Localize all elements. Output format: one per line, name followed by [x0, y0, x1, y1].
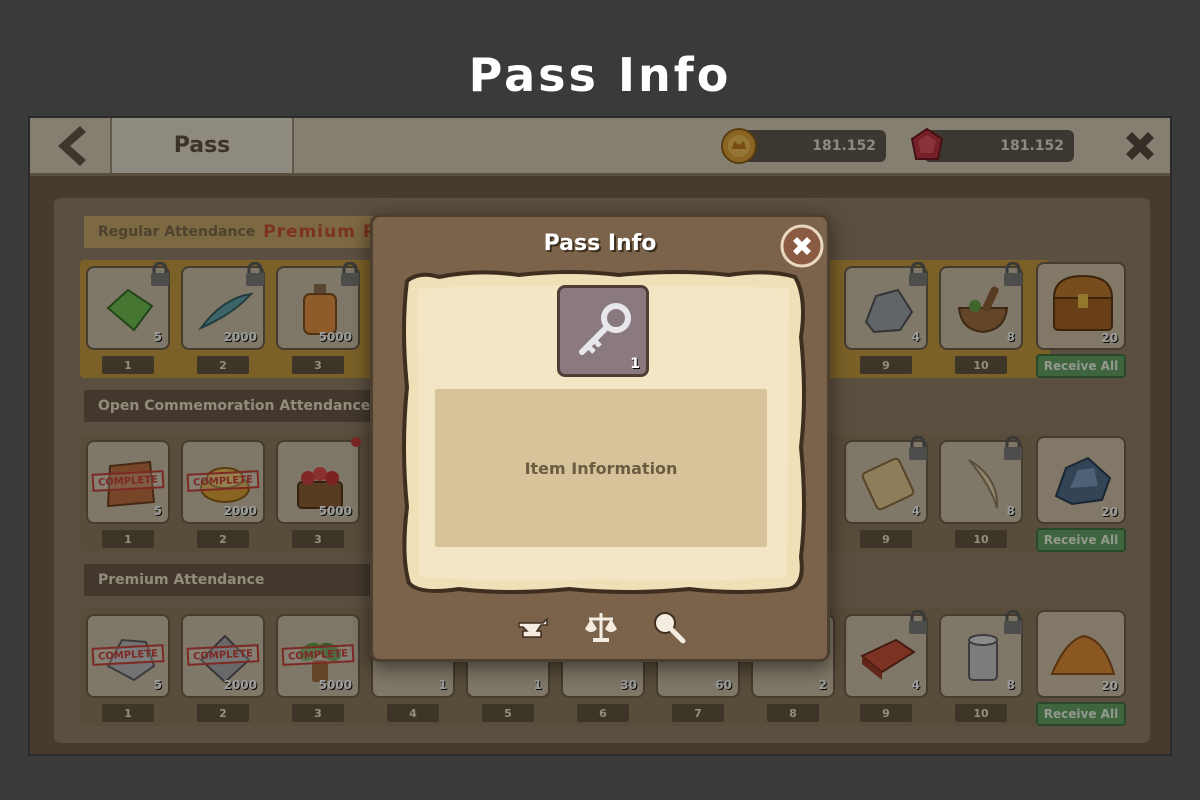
- frame-title: Pass Info: [468, 48, 732, 102]
- pass-info-modal: Pass Info 1 Item Information: [370, 214, 830, 662]
- item-information-text: Item Information: [524, 458, 678, 478]
- item-display-slot: 1: [557, 285, 649, 377]
- anvil-icon[interactable]: [515, 609, 551, 645]
- item-qty: 1: [630, 356, 640, 372]
- item-information-box: Item Information: [435, 389, 767, 547]
- modal-title: Pass Info: [543, 231, 657, 256]
- close-icon[interactable]: [779, 223, 825, 269]
- key-icon: [579, 303, 631, 355]
- scale-icon[interactable]: [583, 609, 619, 645]
- magnifier-icon[interactable]: [651, 609, 687, 645]
